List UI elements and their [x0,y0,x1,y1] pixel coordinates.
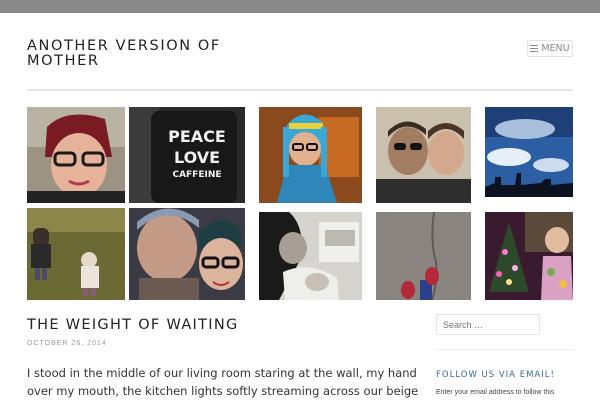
hamburger-icon [530,45,539,52]
photo-sky-clouds-skyline[interactable] [485,107,573,197]
photo-child-christmas-tree[interactable] [485,212,573,300]
menu-button[interactable]: MENU [527,40,573,57]
post-title[interactable]: THE WEIGHT OF WAITING [27,317,239,333]
header-divider [27,89,573,91]
menu-button-label: MENU [541,43,570,54]
photo-child-knit-hat[interactable] [259,107,362,203]
photo-woman-glasses-selfie[interactable] [27,107,125,203]
mug-text-1: PEACE [168,127,226,146]
sidebar-divider [436,349,573,350]
top-bar [0,0,600,13]
photo-feet-pavement[interactable] [376,212,471,300]
mug-text-3: CAFFEINE [172,170,221,180]
follow-heading: FOLLOW US VIA EMAIL! [436,370,555,380]
mug-text-2: LOVE [174,148,220,167]
site-title[interactable]: ANOTHER VERSION OF MOTHER [27,39,267,69]
photo-couple-selfie[interactable] [129,208,245,300]
post-body: I stood in the middle of our living room… [27,366,419,398]
follow-text: Enter your email address to follow this [436,389,555,396]
photo-mother-baby-kitchen[interactable] [259,212,362,300]
photo-peace-love-caffeine-mug[interactable]: PEACE LOVE CAFFEINE [129,107,245,203]
search-input[interactable] [436,314,540,335]
photo-man-and-boy[interactable] [376,107,471,203]
photo-children-field[interactable] [27,208,125,300]
post-date[interactable]: OCTOBER 26, 2014 [27,340,107,347]
